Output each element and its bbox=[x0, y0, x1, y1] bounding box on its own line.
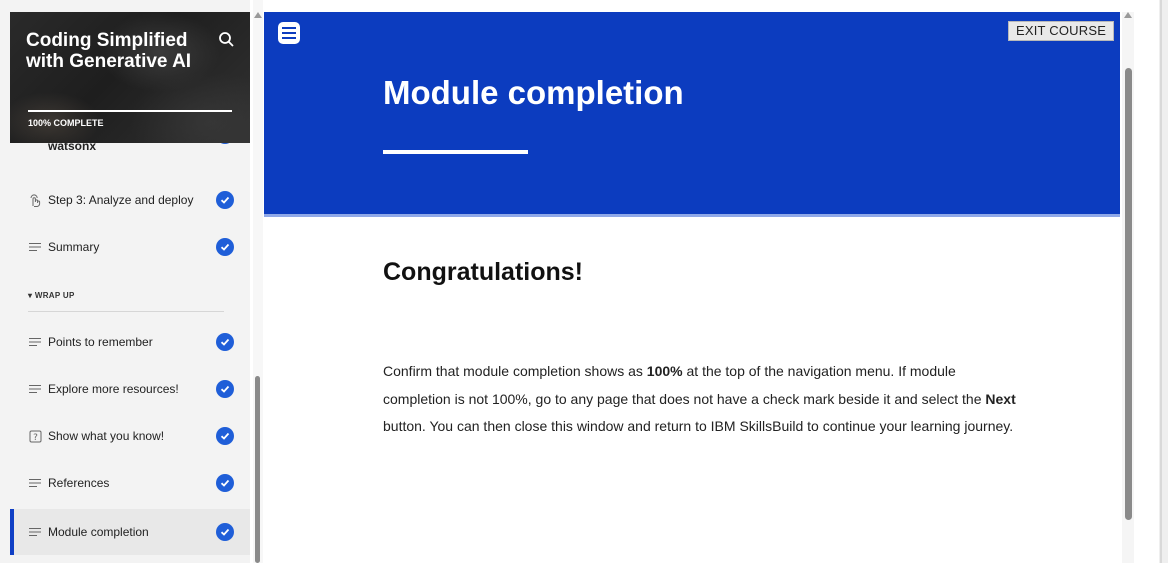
lesson-item-module-completion[interactable]: Module completion bbox=[10, 509, 250, 555]
progress-bar bbox=[28, 110, 232, 112]
lesson-item-summary[interactable]: Summary bbox=[10, 227, 250, 267]
title-underline bbox=[383, 150, 528, 154]
content-paragraph: Confirm that module completion shows as … bbox=[383, 358, 1023, 441]
window-edge-line bbox=[1160, 0, 1162, 563]
check-icon bbox=[216, 333, 234, 351]
section-label: WRAP UP bbox=[34, 291, 75, 300]
question-icon: ? bbox=[28, 429, 42, 443]
progress-label: 100% COMPLETE bbox=[28, 118, 104, 128]
check-icon bbox=[216, 380, 234, 398]
lesson-item-label: Explore more resources! bbox=[48, 382, 179, 396]
exit-course-button[interactable]: EXIT COURSE bbox=[1008, 21, 1115, 41]
lines-icon bbox=[28, 335, 42, 349]
lesson-item-label: Points to remember bbox=[48, 335, 153, 349]
hamburger-line bbox=[282, 32, 296, 34]
lines-icon bbox=[28, 525, 42, 539]
check-icon bbox=[216, 474, 234, 492]
caret-down-icon: ▾ bbox=[28, 291, 33, 300]
lines-icon bbox=[28, 476, 42, 490]
check-icon bbox=[216, 238, 234, 256]
lesson-item-points-to-remember[interactable]: Points to remember bbox=[10, 322, 250, 362]
touch-icon bbox=[28, 193, 42, 207]
lesson-item-references[interactable]: References bbox=[10, 463, 250, 503]
hamburger-icon bbox=[282, 27, 296, 29]
paragraph-text: Confirm that module completion shows as bbox=[383, 363, 647, 379]
lesson-banner: EXIT COURSE Module completion bbox=[264, 12, 1120, 214]
lesson-item-label: References bbox=[48, 476, 110, 490]
scroll-up-arrow-icon[interactable] bbox=[1124, 12, 1132, 18]
check-icon bbox=[216, 523, 234, 541]
lines-icon bbox=[28, 240, 42, 254]
hamburger-line bbox=[282, 37, 296, 39]
course-header: Coding Simplified with Generative AI 100… bbox=[10, 12, 250, 143]
lesson-item-explore-more[interactable]: Explore more resources! bbox=[10, 369, 250, 409]
lesson-item-label: Show what you know! bbox=[48, 429, 165, 443]
progress-fill bbox=[28, 110, 232, 112]
svg-text:?: ? bbox=[33, 433, 38, 443]
banner-divider bbox=[264, 214, 1120, 217]
check-icon bbox=[216, 427, 234, 445]
active-indicator bbox=[10, 509, 14, 555]
page-title: Module completion bbox=[383, 74, 684, 111]
lesson-item-label: Summary bbox=[48, 240, 100, 254]
menu-button[interactable] bbox=[278, 22, 300, 44]
main-scrollbar-thumb[interactable] bbox=[1125, 68, 1132, 520]
check-icon bbox=[216, 191, 234, 209]
lesson-item-label: Step 3: Analyze and deploy bbox=[48, 193, 194, 207]
lines-icon bbox=[28, 382, 42, 396]
paragraph-text: button. You can then close this window a… bbox=[383, 418, 1014, 434]
scroll-up-arrow-icon[interactable] bbox=[254, 12, 262, 18]
sidebar-scrollbar-thumb[interactable] bbox=[255, 376, 260, 563]
content-heading: Congratulations! bbox=[383, 258, 583, 286]
section-toggle-wrap-up[interactable]: ▾ WRAP UP bbox=[28, 291, 75, 300]
section-divider bbox=[28, 311, 224, 312]
paragraph-bold: 100% bbox=[646, 363, 683, 379]
paragraph-bold: Next bbox=[985, 390, 1016, 407]
course-title: Coding Simplified with Generative AI bbox=[26, 30, 192, 72]
sidebar: watsonx Step 3: Analyze and deploy Summa… bbox=[0, 0, 250, 563]
lesson-item-step-3[interactable]: Step 3: Analyze and deploy bbox=[10, 180, 250, 220]
lesson-item-label: Module completion bbox=[48, 525, 149, 539]
search-icon[interactable] bbox=[217, 30, 237, 50]
lesson-item-show-what-you-know[interactable]: ? Show what you know! bbox=[10, 416, 250, 456]
